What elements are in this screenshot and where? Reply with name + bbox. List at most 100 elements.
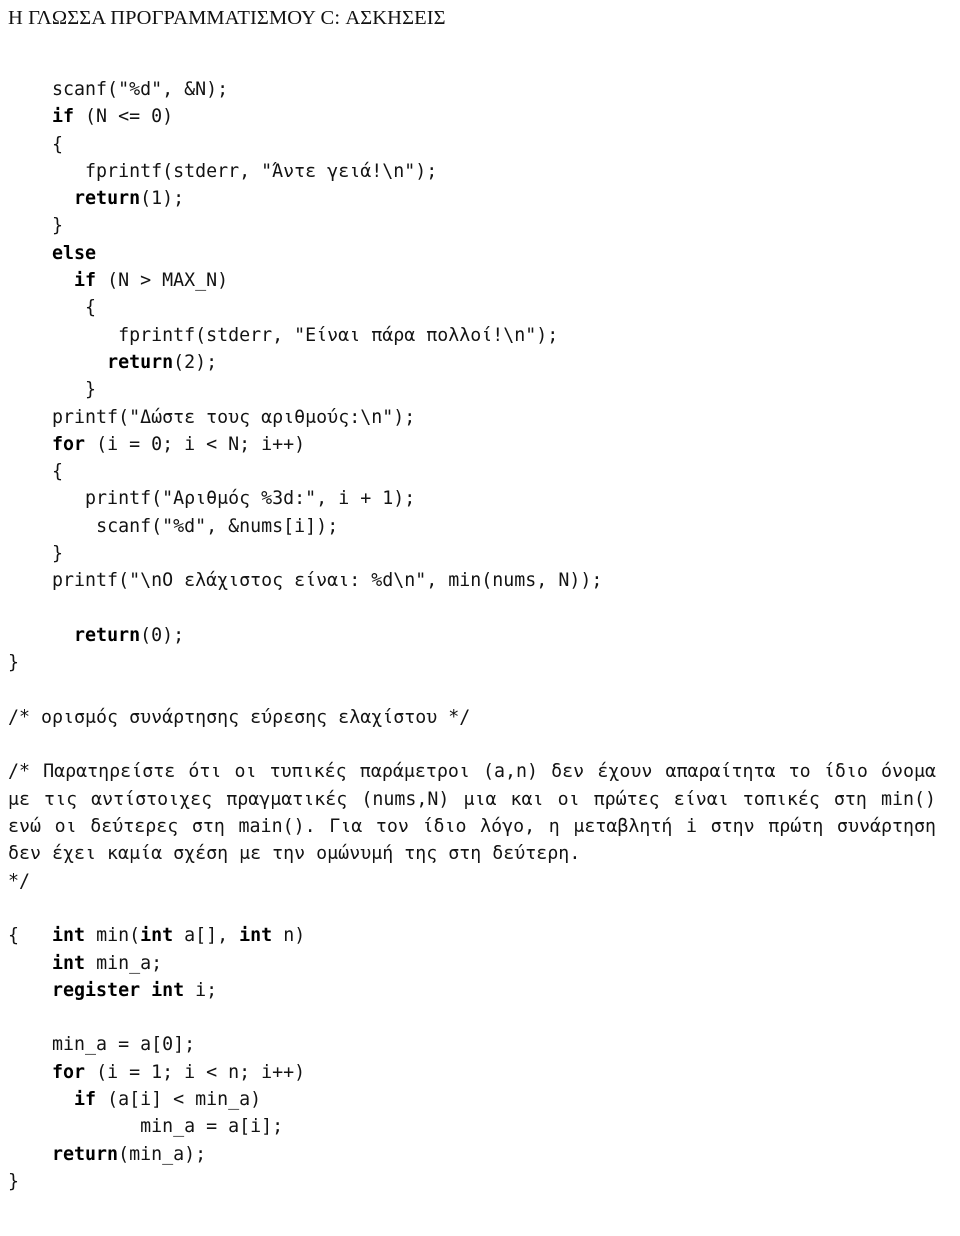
main-line-18: printf("\nΟ ελάχιστος είναι: %d\n", min(… bbox=[0, 567, 960, 594]
code-text: (N > MAX_N) bbox=[96, 270, 229, 292]
code-text: min_a = a[i]; bbox=[140, 1116, 284, 1138]
code-keyword: return bbox=[74, 624, 141, 646]
code-block-min: { int min_a; register int i; min_a = a[0… bbox=[0, 922, 960, 1195]
main-line-15: printf("Αριθμός %3d:", i + 1); bbox=[0, 485, 960, 512]
code-keyword: register int bbox=[52, 979, 185, 1001]
code-keyword: else bbox=[52, 242, 97, 264]
code-text: (i = 1; i < n; i++) bbox=[85, 1061, 306, 1083]
main-line-13: for (i = 0; i < N; i++) bbox=[0, 431, 960, 458]
min-line-2: register int i; bbox=[0, 977, 960, 1004]
main-line-19 bbox=[0, 595, 960, 622]
main-line-4: return(1); bbox=[0, 185, 960, 212]
code-keyword: for bbox=[52, 433, 86, 455]
code-text: } bbox=[85, 379, 97, 401]
code-text: (min_a); bbox=[118, 1143, 207, 1165]
code-text: printf("Αριθμός %3d:", i + 1); bbox=[85, 488, 416, 510]
code-text: (1); bbox=[140, 188, 185, 210]
code-text: { bbox=[85, 297, 97, 319]
param-a: a[], bbox=[173, 925, 240, 947]
code-text: fprintf(stderr, "Άντε γειά!\n"); bbox=[85, 160, 438, 182]
keyword-int-return: int bbox=[52, 925, 86, 947]
main-line-12: printf("Δώστε τους αριθμούς:\n"); bbox=[0, 404, 960, 431]
code-text: printf("\nΟ ελάχιστος είναι: %d\n", min(… bbox=[52, 570, 603, 592]
code-text: } bbox=[8, 652, 20, 674]
main-line-2: { bbox=[0, 131, 960, 158]
code-keyword: if bbox=[52, 106, 75, 128]
code-keyword: int bbox=[52, 952, 86, 974]
code-text: (N <= 0) bbox=[74, 106, 174, 128]
code-text: fprintf(stderr, "Είναι πάρα πολλοί!\n"); bbox=[118, 324, 559, 346]
code-keyword: if bbox=[74, 270, 97, 292]
page-title: Η ΓΛΩΣΣΑ ΠΡΟΓΡΑΜΜΑΤΙΣΜΟΥ C: ΑΣΚΗΣΕΙΣ bbox=[8, 7, 446, 29]
comment-close-marker: */ bbox=[8, 870, 31, 892]
code-text: { bbox=[52, 133, 64, 155]
main-line-6: else bbox=[0, 240, 960, 267]
code-text: (a[i] < min_a) bbox=[96, 1088, 262, 1110]
main-line-0: scanf("%d", &N); bbox=[0, 76, 960, 103]
code-text: scanf("%d", &N); bbox=[52, 79, 229, 100]
code-text: (0); bbox=[140, 624, 185, 646]
code-text: printf("Δώστε τους αριθμούς:\n"); bbox=[52, 406, 416, 428]
main-line-8: { bbox=[0, 294, 960, 321]
comment-observation-paragraph: /* Παρατηρείστε ότι οι τυπικές παράμετρο… bbox=[8, 761, 936, 865]
param-n: n) bbox=[272, 925, 306, 947]
code-text: i; bbox=[184, 979, 218, 1001]
keyword-int-param-n: int bbox=[239, 925, 273, 947]
code-keyword: return bbox=[52, 1143, 119, 1165]
main-line-21: } bbox=[0, 649, 960, 676]
code-text: scanf("%d", &nums[i]); bbox=[96, 515, 339, 537]
code-text: (i = 0; i < N; i++) bbox=[85, 433, 306, 455]
main-line-16: scanf("%d", &nums[i]); bbox=[0, 513, 960, 540]
min-line-5: for (i = 1; i < n; i++) bbox=[0, 1059, 960, 1086]
code-text: { bbox=[8, 925, 20, 947]
main-line-5: } bbox=[0, 212, 960, 239]
code-text: min_a = a[0]; bbox=[52, 1034, 196, 1056]
min-line-9: } bbox=[0, 1168, 960, 1195]
code-text: min_a; bbox=[85, 952, 163, 974]
main-line-10: return(2); bbox=[0, 349, 960, 376]
code-text: } bbox=[8, 1170, 20, 1192]
code-keyword: return bbox=[107, 351, 174, 373]
comment-function-definition: /* ορισμός συνάρτησης εύρεσης ελαχίστου … bbox=[8, 706, 471, 728]
min-line-8: return(min_a); bbox=[0, 1141, 960, 1168]
main-line-7: if (N > MAX_N) bbox=[0, 267, 960, 294]
function-signature-min: int min(int a[], int n) bbox=[0, 895, 960, 946]
min-line-3 bbox=[0, 1004, 960, 1031]
code-keyword: if bbox=[74, 1088, 97, 1110]
main-line-20: return(0); bbox=[0, 622, 960, 649]
main-line-3: fprintf(stderr, "Άντε γειά!\n"); bbox=[0, 158, 960, 185]
code-text: } bbox=[52, 543, 64, 565]
main-line-14: { bbox=[0, 458, 960, 485]
function-name-min: min( bbox=[85, 925, 141, 947]
code-gap bbox=[0, 677, 960, 704]
main-line-9: fprintf(stderr, "Είναι πάρα πολλοί!\n"); bbox=[0, 322, 960, 349]
min-line-6: if (a[i] < min_a) bbox=[0, 1086, 960, 1113]
main-line-17: } bbox=[0, 540, 960, 567]
code-keyword: return bbox=[74, 188, 141, 210]
comment-gap bbox=[0, 731, 960, 758]
min-line-4: min_a = a[0]; bbox=[0, 1031, 960, 1058]
main-line-11: } bbox=[0, 376, 960, 403]
